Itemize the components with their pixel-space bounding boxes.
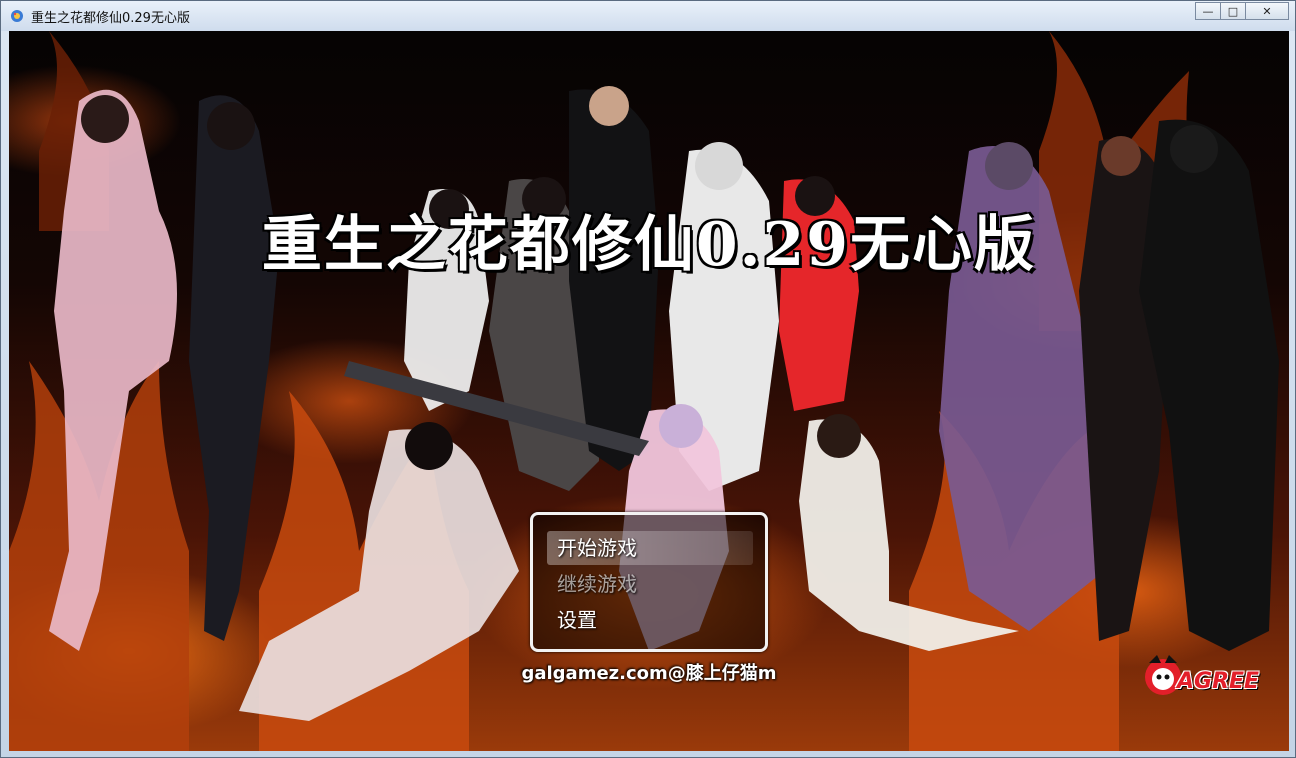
title-menu: 开始游戏 继续游戏 设置 <box>530 512 768 652</box>
window-controls: — □ ✕ <box>1195 2 1289 20</box>
minimize-button[interactable]: — <box>1195 2 1221 20</box>
menu-item-settings[interactable]: 设置 <box>547 603 753 637</box>
title-bar[interactable]: 重生之花都修仙0.29无心版 — □ ✕ <box>1 1 1295 31</box>
app-icon <box>11 10 23 22</box>
credit-watermark: galgamez.com@膝上仔猫m <box>521 663 777 684</box>
game-title: 重生之花都修仙0.29无心版 <box>261 210 1037 280</box>
game-canvas[interactable]: 重生之花都修仙0.29无心版 开始游戏 继续游戏 设置 AGREE <box>9 31 1289 751</box>
menu-item-start-game[interactable]: 开始游戏 <box>547 531 753 565</box>
close-button[interactable]: ✕ <box>1245 2 1289 20</box>
close-icon: ✕ <box>1262 4 1272 18</box>
window-title: 重生之花都修仙0.29无心版 <box>31 11 190 26</box>
maximize-button[interactable]: □ <box>1220 2 1246 20</box>
minimize-icon: — <box>1202 4 1214 18</box>
menu-item-continue-game[interactable]: 继续游戏 <box>547 567 753 601</box>
maximize-icon: □ <box>1227 4 1239 18</box>
game-window: 重生之花都修仙0.29无心版 — □ ✕ 重生之花都修仙0.29无心版 开始游戏… <box>0 0 1296 758</box>
